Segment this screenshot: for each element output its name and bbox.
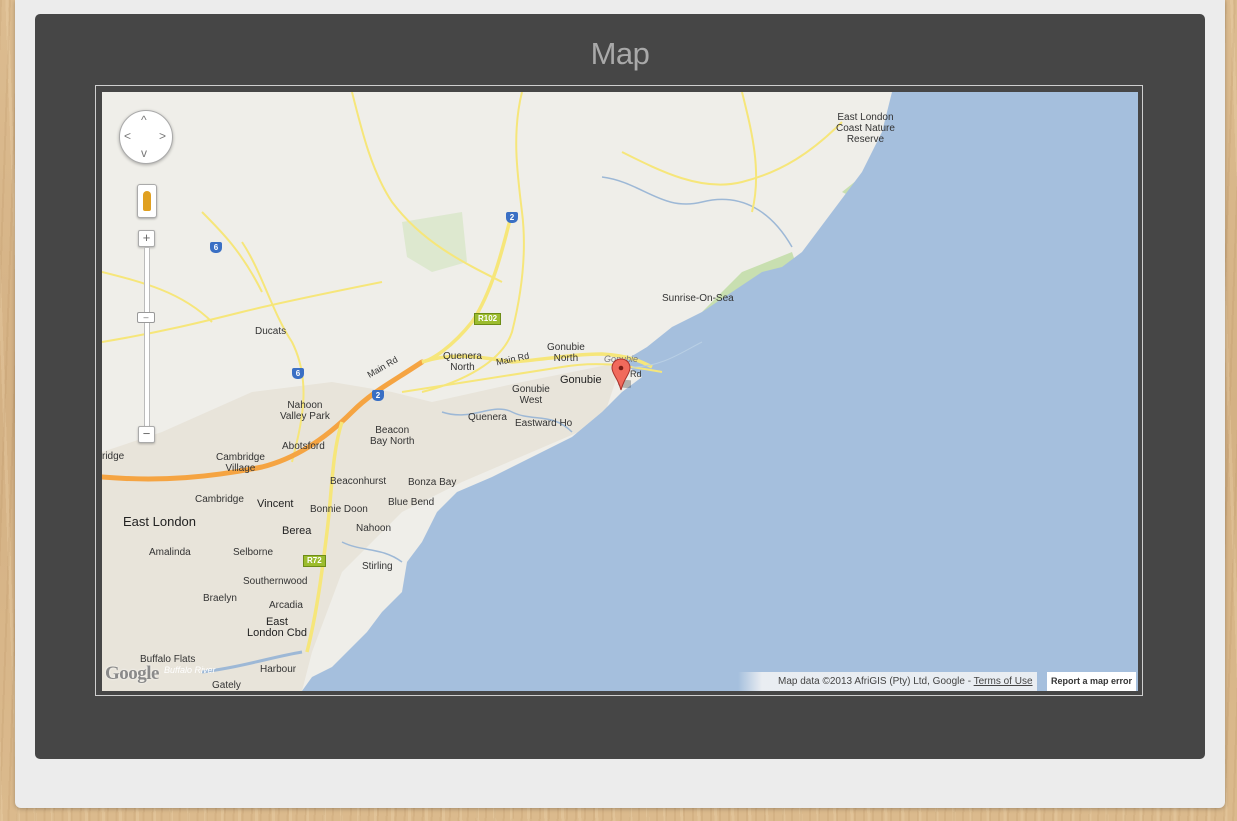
place-label: Quenera: [468, 412, 507, 423]
place-label: East London: [123, 514, 197, 529]
route-shield: 2: [506, 212, 518, 223]
place-label: Stirling: [362, 561, 393, 572]
place-label: East London Coast Nature Reserve: [836, 112, 895, 145]
pan-control[interactable]: ^ v < >: [119, 110, 173, 164]
pan-down-icon[interactable]: v: [141, 147, 147, 159]
place-label: Blue Bend: [388, 497, 435, 508]
place-label: Cambridge: [195, 494, 244, 505]
place-label: Amalinda: [149, 547, 191, 558]
place-label: Bonnie Doon: [310, 504, 368, 515]
place-label: Sunrise-On-Sea: [662, 293, 734, 304]
zoom-out-button[interactable]: −: [138, 426, 155, 443]
route-shield: 6: [292, 368, 304, 379]
map-section: Map East London Coast Nature Reserve Sun…: [35, 14, 1205, 759]
place-label: Gonubie North: [547, 342, 585, 364]
place-label: Gonubie: [560, 374, 602, 386]
zoom-slider-thumb[interactable]: –: [137, 312, 155, 323]
route-shield: 6: [210, 242, 222, 253]
place-label: Beaconhurst: [330, 476, 387, 487]
pan-up-icon[interactable]: ^: [141, 114, 147, 126]
google-logo[interactable]: Google: [105, 663, 160, 685]
content-panel: Map East London Coast Nature Reserve Sun…: [15, 0, 1225, 808]
pan-right-icon[interactable]: >: [159, 130, 166, 142]
map-attribution: Map data ©2013 AfriGIS (Pty) Ltd, Google…: [738, 672, 1037, 691]
place-label: Braelyn: [203, 593, 237, 604]
place-label: Nahoon: [356, 523, 392, 534]
water-label: Buffalo River: [164, 665, 216, 675]
map-frame: East London Coast Nature Reserve Sunrise-O…: [95, 85, 1143, 696]
place-label: Ducats: [255, 326, 287, 337]
place-label: Eastward Ho: [515, 418, 573, 429]
place-label: Harbour: [260, 664, 297, 675]
page-title: Map: [590, 36, 650, 71]
route-shield: R102: [474, 313, 502, 325]
place-label: Cambridge Village: [216, 452, 265, 474]
place-label: Bonza Bay: [408, 477, 457, 488]
zoom-in-button[interactable]: +: [138, 230, 155, 247]
place-label: Gately: [212, 680, 241, 691]
road-label: Rd: [630, 369, 642, 379]
place-label: Abotsford: [282, 441, 325, 452]
place-label: Gonubie West: [512, 384, 550, 406]
place-label: Southernwood: [243, 576, 308, 587]
place-label: Selborne: [233, 547, 274, 558]
route-shield: 2: [372, 390, 384, 401]
place-label: Nahoon Valley Park: [280, 400, 330, 422]
pan-left-icon[interactable]: <: [124, 130, 131, 142]
place-label: ridge: [102, 451, 125, 462]
place-label: East London Cbd: [247, 616, 307, 639]
place-label: Vincent: [257, 498, 294, 510]
map-marker-icon[interactable]: [611, 358, 636, 397]
place-label: Arcadia: [269, 600, 303, 611]
route-shield: R72: [303, 555, 326, 567]
place-label: Quenera North: [443, 351, 482, 373]
zoom-slider-track[interactable]: [144, 247, 150, 430]
terms-of-use-link[interactable]: Terms of Use: [974, 676, 1033, 687]
report-map-error-link[interactable]: Report a map error: [1047, 672, 1137, 691]
place-label: Beacon Bay North: [370, 425, 415, 447]
place-label: Berea: [282, 525, 312, 537]
map-view[interactable]: East London Coast Nature Reserve Sunrise-O…: [102, 92, 1138, 691]
pegman-icon[interactable]: [137, 184, 157, 218]
